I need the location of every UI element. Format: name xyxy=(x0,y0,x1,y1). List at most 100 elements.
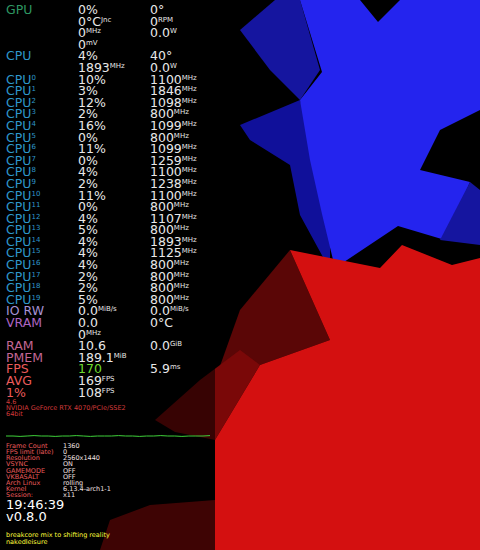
stat-label: CPU xyxy=(6,50,78,62)
stat-label-index: 14 xyxy=(31,236,40,244)
stat-value: 0°C xyxy=(150,315,173,330)
stat-row: CPU32%800MHz xyxy=(6,108,215,120)
stat-unit: MHz xyxy=(182,97,197,105)
stat-label-index: 6 xyxy=(31,143,35,151)
stat-unit: MHz xyxy=(174,132,189,140)
stat-row: 1%108FPS xyxy=(6,387,215,399)
stat-row: 0MHz xyxy=(6,329,215,341)
stat-label-text: CPU xyxy=(6,48,31,63)
stat-label-index: 18 xyxy=(31,282,40,290)
stat-row: CPU50%800MHz xyxy=(6,132,215,144)
stat-unit: MiB xyxy=(114,352,127,360)
stat-row: CPU4%40° xyxy=(6,50,215,62)
stat-label-index: 5 xyxy=(31,132,35,140)
stat-label-index: 19 xyxy=(31,294,40,302)
stat-unit: FPS xyxy=(102,375,115,383)
mangohud-version: v0.8.0 xyxy=(6,511,215,523)
stat-label-index: 10 xyxy=(31,190,40,198)
stat-row: CPU144%1893MHz xyxy=(6,236,215,248)
engine-table: Frame Count1360FPS limit (late)0Resoluti… xyxy=(6,443,215,498)
stat-label-text: VRAM xyxy=(6,315,42,330)
stat-row: AVG169FPS xyxy=(6,375,215,387)
stat-row: CPU135%800MHz xyxy=(6,224,215,236)
stat-unit: MHz xyxy=(174,271,189,279)
stat-row: CPU84%1100MHz xyxy=(6,166,215,178)
stat-row: 0°CJnc0RPM xyxy=(6,16,215,28)
stat-cell: 0MHz xyxy=(78,27,150,39)
media-title: breakcore mix to shifting reality xyxy=(6,532,215,539)
stat-unit: FPS xyxy=(102,387,115,395)
frametime-line xyxy=(6,435,210,437)
stat-unit: MHz xyxy=(182,247,197,255)
engine-row: Resolution2560x1440 xyxy=(6,455,215,461)
stat-unit: MHz xyxy=(174,224,189,232)
stat-unit: MHz xyxy=(174,294,189,302)
stat-row: 0MHz0.0W xyxy=(6,27,215,39)
stat-row: 1893MHz0.0W xyxy=(6,62,215,74)
stat-row: CPU182%800MHz xyxy=(6,282,215,294)
stat-unit: MHz xyxy=(110,62,125,70)
engine-row: Kernel6.13.4-arch1-1 xyxy=(6,486,215,492)
stat-row: 0mV xyxy=(6,39,215,51)
stat-label: GPU xyxy=(6,4,78,16)
stat-label-index: 1 xyxy=(31,85,35,93)
frametime-graph xyxy=(6,417,210,443)
stat-row: GPU0%0° xyxy=(6,4,215,16)
stat-unit: MHz xyxy=(86,329,101,337)
stat-label-index: 3 xyxy=(31,108,35,116)
stat-unit: MHz xyxy=(182,213,197,221)
stat-cell: 0.0W xyxy=(150,27,177,39)
stat-unit: MHz xyxy=(174,108,189,116)
stat-label-text: GPU xyxy=(6,2,32,17)
stat-row: CPU110%800MHz xyxy=(6,201,215,213)
stat-unit: MiB/s xyxy=(170,305,189,313)
stat-label-index: 4 xyxy=(31,120,35,128)
stat-unit: MHz xyxy=(174,282,189,290)
stats-list: GPU0%0°0°CJnc0RPM0MHz0.0W0mVCPU4%40°1893… xyxy=(6,4,215,398)
stat-value: 108 xyxy=(78,385,102,400)
stat-row: CPU154%1125MHz xyxy=(6,247,215,259)
stat-label-index: 2 xyxy=(31,97,35,105)
stat-unit: GiB xyxy=(170,340,182,348)
media-info: breakcore mix to shifting realitynakedle… xyxy=(6,532,215,546)
stat-unit: MHz xyxy=(174,201,189,209)
gpu-info: 4.6NVIDIA GeForce RTX 4070/PCIe/SSE264bi… xyxy=(6,399,215,417)
clock: 19:46:39 xyxy=(6,499,215,511)
stat-value: 0.0 xyxy=(150,25,170,40)
stat-row: CPU1011%1100MHz xyxy=(6,190,215,202)
gpu-renderer: NVIDIA GeForce RTX 4070/PCIe/SSE2 xyxy=(6,405,215,411)
stat-cell: 0°CJnc xyxy=(78,16,150,28)
stat-unit: W xyxy=(170,27,177,35)
stat-unit: Jnc xyxy=(101,16,111,24)
stat-row: CPU164%800MHz xyxy=(6,259,215,271)
stat-unit: W xyxy=(170,62,177,70)
stat-row: CPU010%1100MHz xyxy=(6,74,215,86)
stat-row: CPU416%1099MHz xyxy=(6,120,215,132)
stat-label-index: 0 xyxy=(31,74,35,82)
stat-label-index: 13 xyxy=(31,224,40,232)
stat-unit: MHz xyxy=(182,143,197,151)
stat-row: VRAM 0.00°C xyxy=(6,317,215,329)
stat-label-index: 16 xyxy=(31,259,40,267)
stat-row: CPU92%1238MHz xyxy=(6,178,215,190)
engine-row: Session:x11 xyxy=(6,492,215,498)
stat-unit: MHz xyxy=(174,259,189,267)
gpu-arch: 64bit xyxy=(6,411,215,417)
stat-row: CPU70%1259MHz xyxy=(6,155,215,167)
stat-cell: 0.0 xyxy=(78,317,150,329)
stat-label-index: 7 xyxy=(31,155,35,163)
stat-unit: MHz xyxy=(182,74,197,82)
performance-overlay: GPU0%0°0°CJnc0RPM0MHz0.0W0mVCPU4%40°1893… xyxy=(0,0,215,550)
stat-label-index: 17 xyxy=(31,271,40,279)
stat-value: 0.0 xyxy=(150,338,170,353)
stat-row: CPU124%1107MHz xyxy=(6,213,215,225)
stat-row: CPU611%1099MHz xyxy=(6,143,215,155)
stat-row: CPU13%1846MHz xyxy=(6,85,215,97)
stat-label-index: 15 xyxy=(31,247,40,255)
engine-value: x11 xyxy=(63,492,75,498)
stat-label: 1% xyxy=(6,387,78,399)
stat-unit: MHz xyxy=(182,178,197,186)
stat-unit: MHz xyxy=(182,190,197,198)
stat-cell: 0°C xyxy=(150,317,173,329)
stat-label-index: 9 xyxy=(31,178,35,186)
